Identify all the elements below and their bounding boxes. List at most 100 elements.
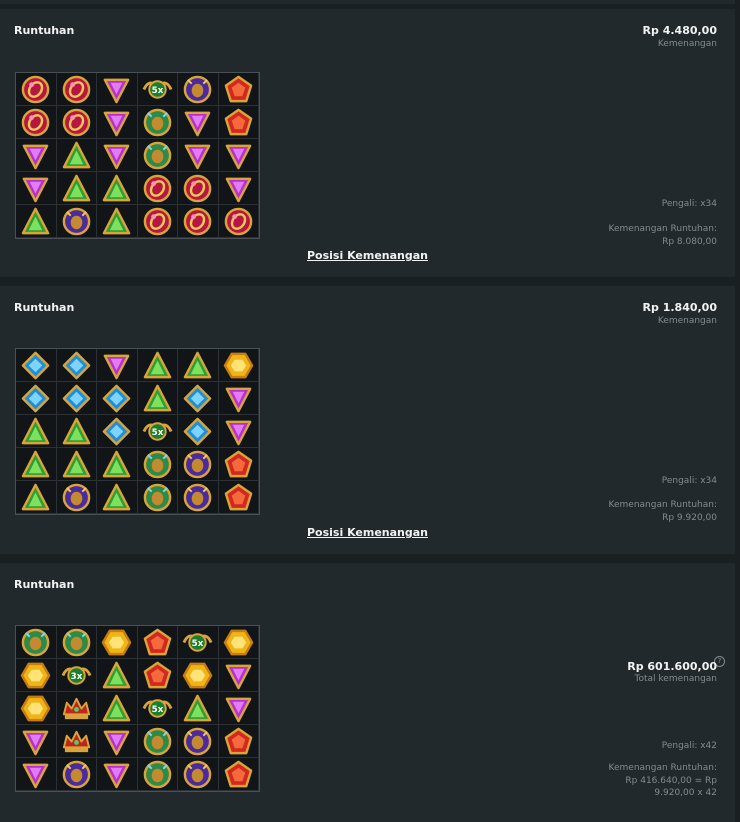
- purple-scarab-icon: [178, 758, 219, 791]
- multiplier-text: Pengali: x34: [661, 476, 717, 486]
- total-win-label: Total kemenangan: [634, 674, 717, 684]
- green-triangle-icon: [97, 692, 138, 725]
- purple-triangle-icon: [97, 349, 138, 382]
- red-pentagon-icon: [218, 481, 259, 514]
- purple-triangle-icon: [178, 106, 219, 139]
- purple-triangle-icon: [16, 139, 57, 172]
- green-scarab-icon: [56, 626, 97, 659]
- purple-triangle-icon: [218, 139, 259, 172]
- green-scarab-icon: [137, 106, 178, 139]
- blue-diamond-icon: [97, 382, 138, 415]
- cascade-win-value-continued: 9.920,00 x 42: [654, 788, 717, 798]
- red-ring-icon: [56, 73, 97, 106]
- wild-multiplier-icon: 5x: [137, 73, 178, 106]
- panel-title: Runtuhan: [14, 24, 75, 37]
- green-scarab-icon: [16, 626, 57, 659]
- green-triangle-icon: [56, 448, 97, 481]
- cascade-win-label: Kemenangan Runtuhan:: [608, 500, 717, 510]
- cascade-panel-1: Runtuhan Rp 4.480,00 Kemenangan 5x Penga…: [0, 9, 735, 277]
- green-triangle-icon: [56, 139, 97, 172]
- panel-title: Runtuhan: [14, 578, 75, 591]
- cascade-win-value: Rp 416.640,00 = Rp: [625, 775, 717, 786]
- multiplier-label: 5x: [192, 638, 204, 648]
- symbol-grid: 5x: [15, 348, 260, 515]
- purple-triangle-icon: [218, 415, 259, 448]
- yellow-hexagon-icon: [218, 349, 259, 382]
- green-triangle-icon: [97, 659, 138, 692]
- symbol-grid: 5x 3x 5x: [15, 625, 260, 792]
- yellow-hexagon-icon: [178, 659, 219, 692]
- purple-scarab-icon: [56, 758, 97, 791]
- red-ring-icon: [56, 106, 97, 139]
- win-amount: Rp 1.840,00: [642, 301, 717, 314]
- wild-multiplier-icon: 5x: [137, 415, 178, 448]
- multiplier-label: 5x: [151, 704, 163, 714]
- red-pentagon-icon: [218, 448, 259, 481]
- green-triangle-icon: [16, 481, 57, 514]
- blue-diamond-icon: [178, 415, 219, 448]
- purple-triangle-icon: [218, 172, 259, 205]
- panel-title: Runtuhan: [14, 301, 75, 314]
- red-ring-icon: [178, 205, 219, 238]
- wild-multiplier-icon: 5x: [178, 626, 219, 659]
- green-triangle-icon: [16, 205, 57, 238]
- red-ring-icon: [16, 106, 57, 139]
- green-triangle-icon: [178, 692, 219, 725]
- yellow-hexagon-icon: [218, 626, 259, 659]
- win-amount-label: Kemenangan: [657, 39, 717, 49]
- yellow-hexagon-icon: [16, 659, 57, 692]
- purple-triangle-icon: [97, 725, 138, 758]
- purple-triangle-icon: [16, 725, 57, 758]
- green-triangle-icon: [97, 172, 138, 205]
- blue-diamond-icon: [16, 349, 57, 382]
- purple-triangle-icon: [97, 139, 138, 172]
- red-ring-icon: [137, 205, 178, 238]
- purple-triangle-icon: [218, 692, 259, 725]
- yellow-hexagon-icon: [16, 692, 57, 725]
- purple-triangle-icon: [97, 758, 138, 791]
- wild-multiplier-icon: 5x: [137, 692, 178, 725]
- green-triangle-icon: [97, 205, 138, 238]
- cascade-panel-2: Runtuhan Rp 1.840,00 Kemenangan 5x Penga…: [0, 286, 735, 554]
- green-triangle-icon: [16, 415, 57, 448]
- red-crown-icon: [56, 725, 97, 758]
- red-pentagon-icon: [137, 659, 178, 692]
- multiplier-text: Pengali: x42: [661, 741, 717, 751]
- cascade-win-label: Kemenangan Runtuhan:: [608, 224, 717, 234]
- purple-scarab-icon: [178, 448, 219, 481]
- purple-scarab-icon: [178, 73, 219, 106]
- purple-scarab-icon: [178, 481, 219, 514]
- purple-triangle-icon: [16, 758, 57, 791]
- top-strip: [0, 0, 735, 4]
- multiplier-label: 5x: [151, 85, 163, 95]
- green-scarab-icon: [137, 725, 178, 758]
- cascade-win: Kemenangan Runtuhan: Rp 8.080,00: [557, 223, 717, 248]
- red-ring-icon: [137, 172, 178, 205]
- multiplier-text: Pengali: x34: [661, 199, 717, 209]
- green-scarab-icon: [137, 481, 178, 514]
- multiplier-label: 3x: [70, 671, 82, 681]
- red-ring-icon: [218, 205, 259, 238]
- green-triangle-icon: [56, 415, 97, 448]
- win-amount: Rp 4.480,00: [642, 24, 717, 37]
- green-triangle-icon: [56, 172, 97, 205]
- purple-scarab-icon: [178, 725, 219, 758]
- purple-scarab-icon: [56, 481, 97, 514]
- total-win-amount: Rp 601.600,00: [627, 660, 717, 673]
- cascade-win-value: Rp 8.080,00: [662, 236, 717, 247]
- blue-diamond-icon: [178, 382, 219, 415]
- purple-scarab-icon: [56, 205, 97, 238]
- purple-triangle-icon: [178, 139, 219, 172]
- wild-multiplier-icon: 3x: [56, 659, 97, 692]
- cascade-panel-3: Runtuhan 5x 3x 5x ? Rp 601.600,00 Total ke…: [0, 563, 735, 822]
- red-ring-icon: [16, 73, 57, 106]
- red-pentagon-icon: [218, 73, 259, 106]
- green-scarab-icon: [137, 139, 178, 172]
- purple-triangle-icon: [218, 382, 259, 415]
- green-triangle-icon: [97, 448, 138, 481]
- red-pentagon-icon: [137, 626, 178, 659]
- winning-positions-link[interactable]: Posisi Kemenangan: [0, 526, 735, 539]
- winning-positions-link[interactable]: Posisi Kemenangan: [0, 249, 735, 262]
- green-scarab-icon: [137, 448, 178, 481]
- red-pentagon-icon: [218, 758, 259, 791]
